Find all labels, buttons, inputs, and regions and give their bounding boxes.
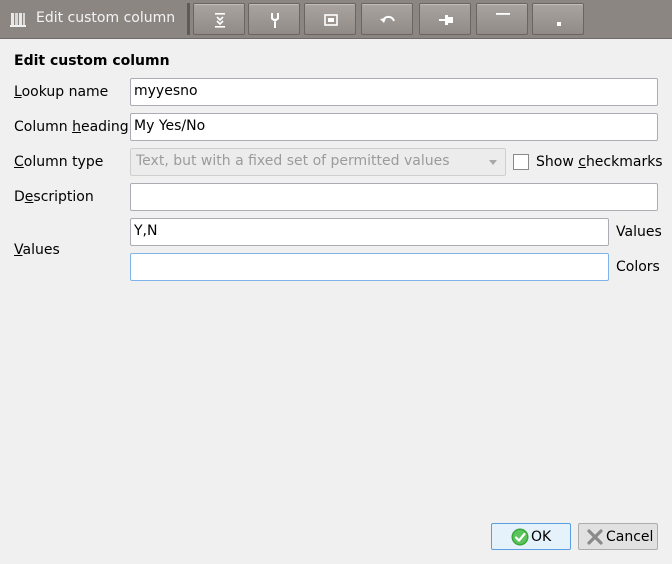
push-pin-button[interactable] bbox=[419, 3, 471, 35]
push-pin-icon bbox=[439, 15, 453, 25]
chevron-down-icon bbox=[489, 160, 497, 165]
column-type-label: Column type bbox=[14, 154, 104, 170]
cancel-button[interactable]: Cancel bbox=[578, 523, 658, 550]
ok-check-icon bbox=[511, 528, 529, 546]
values-input[interactable]: Y,N bbox=[130, 218, 609, 246]
window-title: Edit custom column bbox=[36, 10, 176, 26]
column-heading-label: Column heading bbox=[14, 119, 129, 135]
restore-button[interactable] bbox=[532, 3, 584, 35]
minimize-icon bbox=[496, 13, 510, 15]
values-side-label: Values bbox=[616, 224, 662, 240]
form-heading: Edit custom column bbox=[14, 53, 170, 69]
minimize-button[interactable] bbox=[476, 3, 528, 35]
colors-side-label: Colors bbox=[616, 259, 660, 275]
show-checkmarks-checkbox[interactable] bbox=[513, 154, 529, 170]
ok-button[interactable]: OK bbox=[491, 523, 571, 550]
values-label: Values bbox=[14, 242, 60, 258]
description-input[interactable] bbox=[130, 183, 658, 211]
cancel-button-label: Cancel bbox=[606, 529, 654, 545]
lookup-name-label: Lookup name bbox=[14, 84, 109, 100]
undo-button[interactable] bbox=[361, 3, 413, 35]
window-button[interactable] bbox=[304, 3, 356, 35]
colors-input[interactable] bbox=[130, 253, 609, 281]
pin-icon bbox=[271, 13, 279, 28]
app-library-icon bbox=[10, 13, 26, 27]
description-label: Description bbox=[14, 189, 94, 205]
cancel-x-icon bbox=[587, 529, 603, 545]
title-bar-separator bbox=[187, 3, 190, 35]
undo-icon bbox=[380, 15, 395, 23]
column-heading-input[interactable]: My Yes/No bbox=[130, 113, 658, 141]
restore-icon bbox=[557, 22, 561, 26]
ok-button-label: OK bbox=[531, 529, 552, 545]
pin-button[interactable] bbox=[248, 3, 300, 35]
column-type-select[interactable]: Text, but with a fixed set of permitted … bbox=[130, 148, 506, 176]
collapse-icon bbox=[215, 13, 225, 28]
column-type-value: Text, but with a fixed set of permitted … bbox=[136, 153, 450, 169]
show-checkmarks-label[interactable]: Show checkmarks bbox=[536, 154, 663, 170]
lookup-name-input[interactable]: myyesno bbox=[130, 78, 658, 106]
window-icon bbox=[324, 14, 338, 26]
collapse-button[interactable] bbox=[193, 3, 245, 35]
title-bar[interactable]: Edit custom column bbox=[0, 0, 672, 39]
